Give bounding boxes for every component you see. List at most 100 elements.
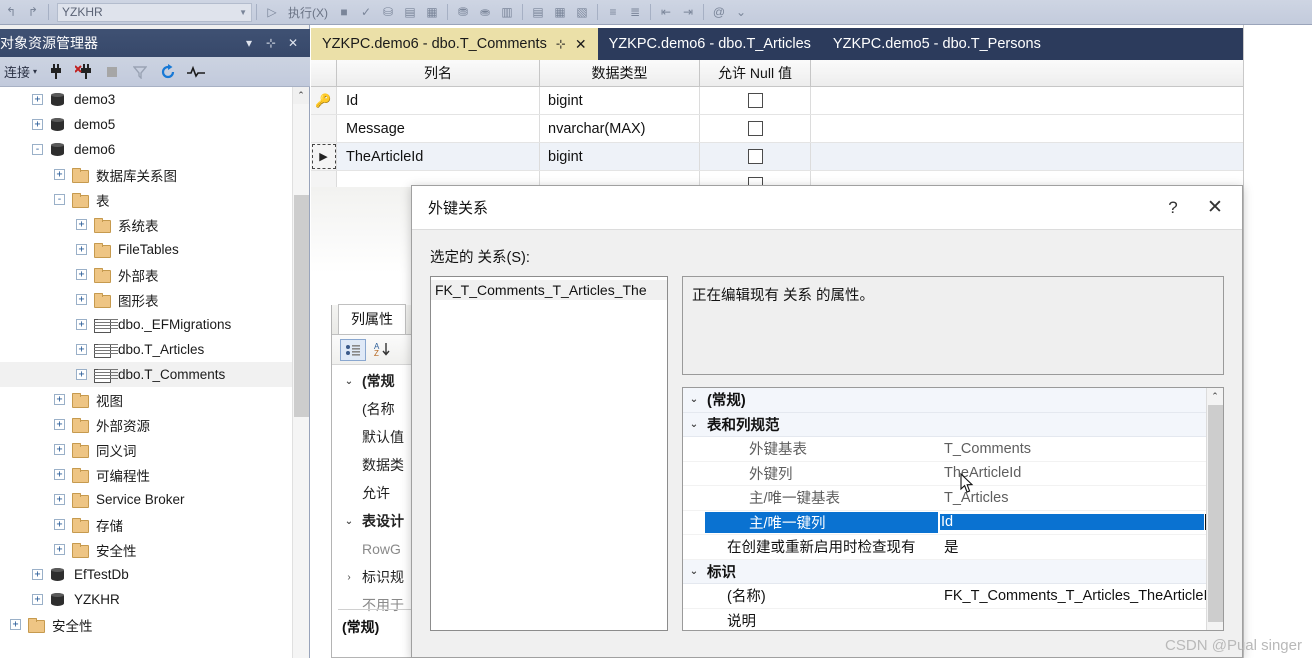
property-row[interactable]: ⌄ 标识 [683,559,1206,584]
tree-node[interactable]: + 安全性 [0,537,292,562]
relation-list-item[interactable]: FK_T_Comments_T_Articles_The [431,280,667,300]
document-tab[interactable]: YZKPC.demo5 - dbo.T_Persons [822,28,1052,60]
property-row[interactable]: 外键基表 T_Comments [683,437,1206,462]
grid2-icon[interactable]: ▦ [549,2,571,22]
disconnect-icon[interactable] [71,61,97,83]
tree-node[interactable]: + 数据库关系图 [0,162,292,187]
scroll-up-icon[interactable]: ⌃ [293,87,309,104]
expand-icon[interactable]: + [76,244,87,255]
scrollbar-thumb[interactable] [294,195,309,417]
grid3-icon[interactable]: ▧ [571,2,593,22]
property-value-cell[interactable]: Id [938,514,1206,531]
property-row[interactable]: (名称) FK_T_Comments_T_Articles_TheArticleI… [683,584,1206,609]
document-tab[interactable]: YZKPC.demo6 - dbo.T_Comments ⊹ ✕ [311,28,598,60]
expand-icon[interactable]: + [54,544,65,555]
overflow-icon[interactable]: ⌄ [730,2,752,22]
comment-icon[interactable]: @ [708,2,730,22]
redo-icon[interactable]: ↱ [22,2,44,22]
property-row[interactable]: 外键列 TheArticleId [683,462,1206,486]
tree-node[interactable]: + dbo.T_Comments [0,362,292,387]
object-explorer-scrollbar[interactable]: ⌃ [292,87,309,658]
property-row[interactable]: ⌄ 表和列规范 [683,412,1206,437]
row-selector-cell[interactable]: 🔑 [311,87,337,114]
expand-icon[interactable]: + [54,169,65,180]
expand-icon[interactable]: + [54,519,65,530]
execute-button[interactable]: 执行(X) [283,4,333,21]
cell-data-type[interactable]: bigint [540,143,700,170]
chevron-down-icon[interactable]: ⌄ [683,394,705,405]
property-value-cell[interactable]: TheArticleId [938,465,1206,481]
chevron-down-icon[interactable]: ⌄ [683,566,705,577]
collapse-icon[interactable]: - [32,144,43,155]
stop-icon[interactable]: ■ [333,2,355,22]
allow-null-checkbox[interactable] [747,149,763,164]
table-row[interactable]: ▶ TheArticleId bigint [311,143,1312,171]
property-value-cell[interactable]: FK_T_Comments_T_Articles_TheArticleId [938,588,1206,604]
chevron-right-icon[interactable]: › [338,572,360,583]
expand-icon[interactable]: + [32,569,43,580]
cell-allow-null[interactable] [700,115,811,142]
collapse-icon[interactable]: - [54,194,65,205]
expand-icon[interactable]: + [76,269,87,280]
connect-icon[interactable] [43,61,69,83]
tree-node[interactable]: + Service Broker [0,487,292,512]
relation-property-grid[interactable]: ⌄ (常规) ⌄ 表和列规范 外键基表 T_Comments 外键列 TheArticleId… [682,387,1224,631]
tree-node[interactable]: - demo6 [0,137,292,162]
expand-icon[interactable]: + [76,369,87,380]
property-row[interactable]: ⌄ (常规) [683,388,1206,413]
row-selector-cell[interactable]: ▶ [311,143,337,170]
stop-icon[interactable] [99,61,125,83]
chevron-down-icon[interactable]: ▾ [238,36,260,50]
indent-icon[interactable]: ≡ [602,2,624,22]
property-value-cell[interactable]: T_Articles [938,490,1206,506]
object-explorer-tree[interactable]: + demo3 + demo5- demo6 + 数据库关系图 - 表 + 系统表 + FileTabl… [0,87,292,658]
row-selector-cell[interactable] [311,115,337,142]
tree-node[interactable]: + demo3 [0,87,292,112]
document-tab[interactable]: YZKPC.demo6 - dbo.T_Articles [598,28,822,60]
expand-icon[interactable]: + [32,94,43,105]
scrollbar-thumb[interactable] [1208,405,1223,622]
chevron-down-icon[interactable]: ⌄ [683,419,705,430]
property-row[interactable]: 在创建或重新启用时检查现有 是 [683,535,1206,560]
filter-icon[interactable] [127,61,153,83]
expand-icon[interactable]: + [10,619,21,630]
pin-icon[interactable]: ⊹ [260,36,282,50]
allow-null-checkbox[interactable] [747,121,763,136]
tree-node[interactable]: + YZKHR [0,587,292,612]
tree-node[interactable]: + 可编程性 [0,462,292,487]
grid1-icon[interactable]: ▤ [527,2,549,22]
tree-node[interactable]: + 同义词 [0,437,292,462]
tab-column-properties[interactable]: 列属性 [338,304,406,334]
expand-icon[interactable]: + [54,444,65,455]
play-icon[interactable]: ▷ [261,2,283,22]
expand-icon[interactable]: + [54,469,65,480]
pin-icon[interactable]: ⊹ [556,37,566,51]
table-row[interactable]: 🔑 Id bigint [311,87,1312,115]
property-value-cell[interactable]: 是 [938,536,1206,557]
expand-icon[interactable]: + [54,394,65,405]
tree-node[interactable]: + dbo._EFMigrations [0,312,292,337]
alphabetical-sort-icon[interactable]: AZ [370,339,396,361]
close-icon[interactable]: ✕ [282,36,304,50]
increase-indent-icon[interactable]: ⇥ [677,2,699,22]
cell-allow-null[interactable] [700,87,811,114]
plan-icon[interactable]: ⛁ [377,2,399,22]
allow-null-checkbox[interactable] [747,93,763,108]
tree-node[interactable]: + 安全性 [0,612,292,637]
outdent-icon[interactable]: ≣ [624,2,646,22]
cell-data-type[interactable]: nvarchar(MAX) [540,115,700,142]
expand-icon[interactable]: + [32,119,43,130]
help-icon[interactable]: ? [1152,189,1194,227]
tree-node[interactable]: + EfTestDb [0,562,292,587]
cell-column-name[interactable]: Id [337,87,540,114]
property-row[interactable]: 主/唯一键列 Id [683,511,1206,535]
property-row[interactable]: 主/唯一键基表 T_Articles [683,486,1206,511]
categorized-icon[interactable] [340,338,366,361]
undo-icon[interactable]: ↰ [0,2,22,22]
expand-icon[interactable]: + [76,344,87,355]
tree-node[interactable]: + 存储 [0,512,292,537]
tree-node[interactable]: + demo5 [0,112,292,137]
tree-node[interactable]: + 系统表 [0,212,292,237]
save-icon[interactable]: ▦ [421,2,443,22]
expand-icon[interactable]: + [76,319,87,330]
